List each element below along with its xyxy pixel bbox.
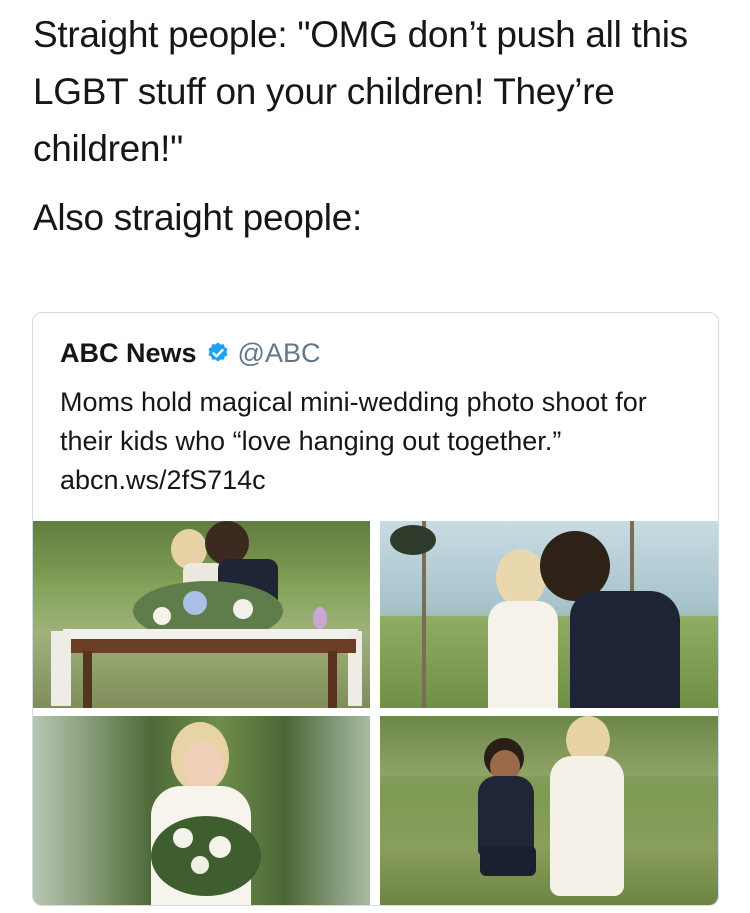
photo-4[interactable] [380,716,718,905]
tweet-text: Straight people: "OMG don’t push all thi… [33,6,723,246]
card-header: ABC News @ABC [60,333,320,373]
quoted-tweet-card[interactable]: ABC News @ABC Moms hold magical mini-wed… [32,312,719,906]
verified-badge-icon [208,342,228,362]
photo-3[interactable] [33,716,370,905]
photo-1[interactable] [33,521,370,708]
caption-line-2: Also straight people: [33,197,362,238]
photo-grid [33,521,718,905]
author-handle[interactable]: @ABC [238,338,321,369]
author-name[interactable]: ABC News [60,338,197,369]
caption-line-1: Straight people: "OMG don’t push all thi… [33,14,688,169]
photo-2[interactable] [380,521,718,708]
card-text: Moms hold magical mini-wedding photo sho… [60,387,647,495]
